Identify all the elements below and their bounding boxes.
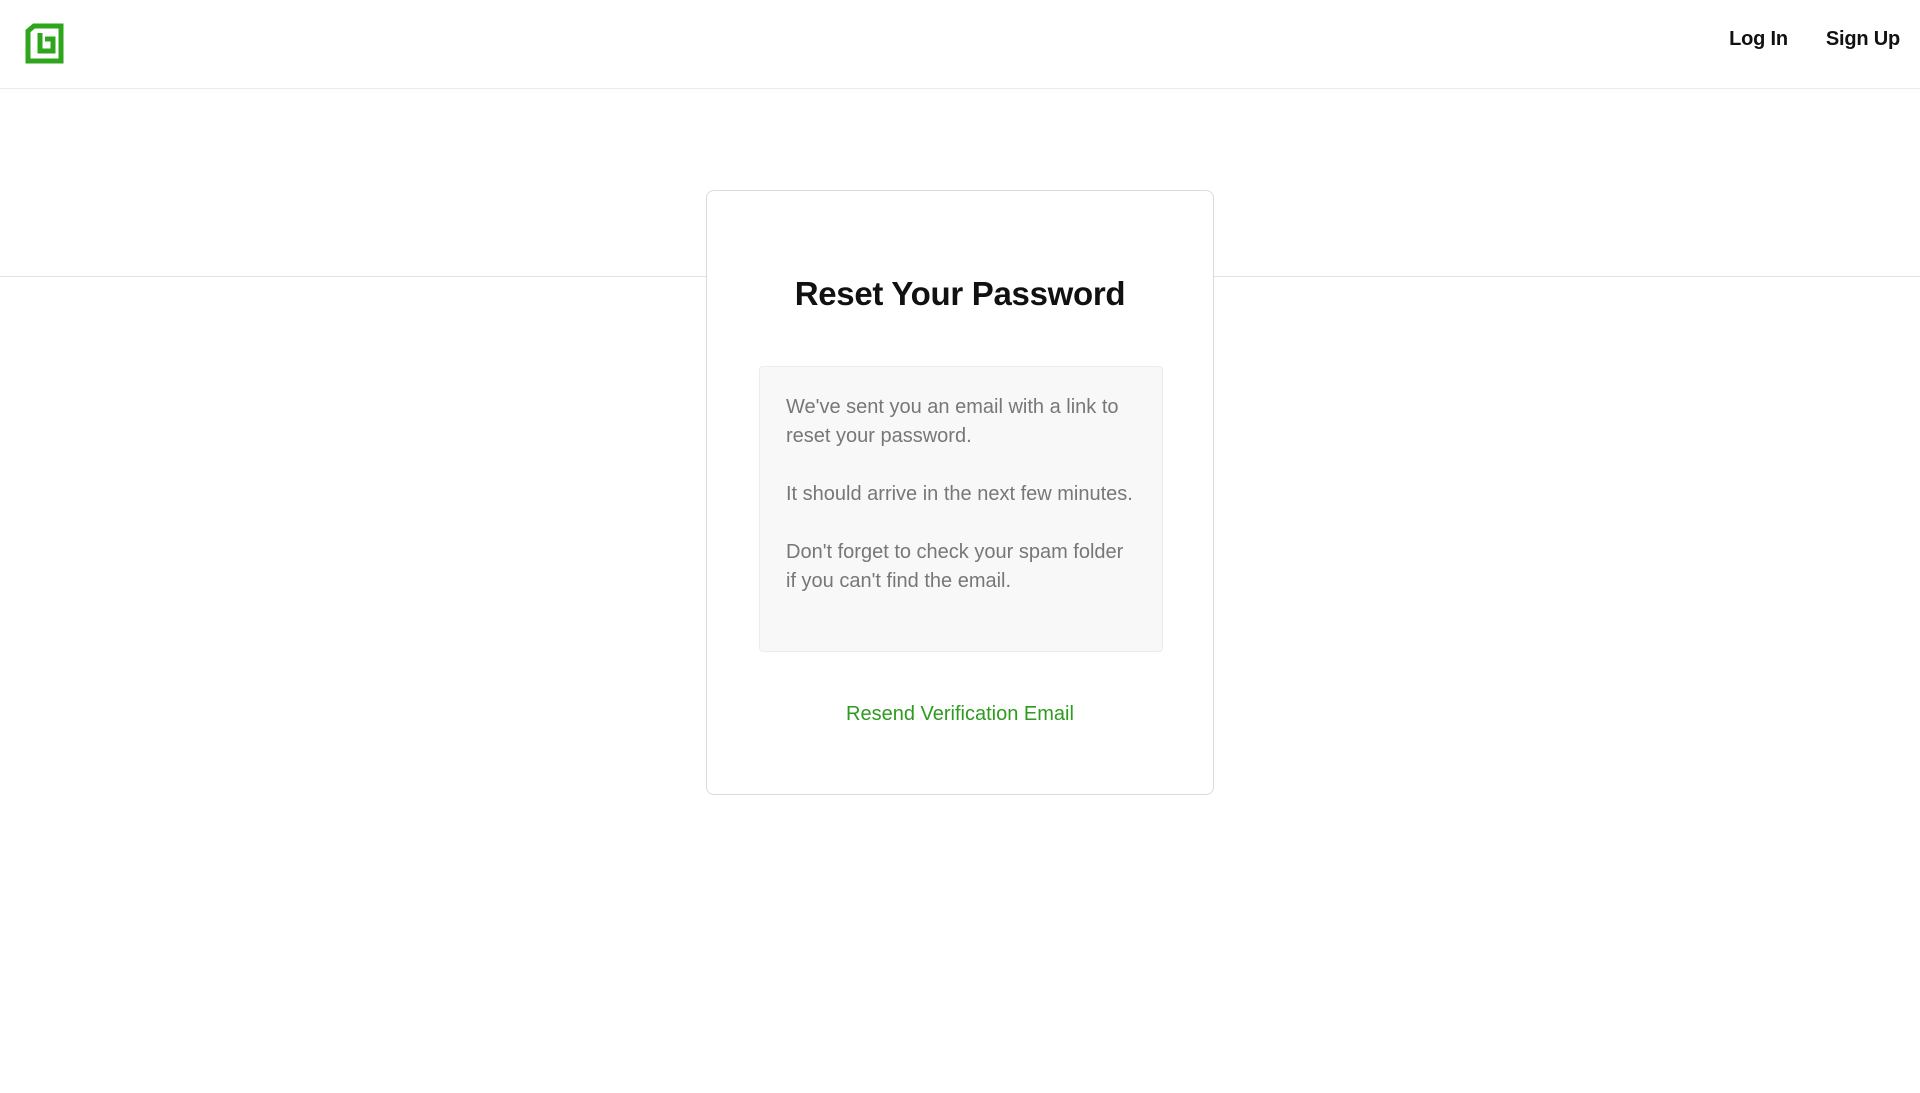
notice-message-sent: We've sent you an email with a link to r…	[786, 396, 1119, 447]
signup-link[interactable]: Sign Up	[1826, 28, 1900, 51]
login-link[interactable]: Log In	[1729, 28, 1788, 51]
email-sent-notice: We've sent you an email with a link to r…	[759, 366, 1163, 652]
page-title: Reset Your Password	[794, 275, 1126, 312]
brand-logo-icon[interactable]	[24, 23, 66, 65]
notice-message-arrival: It should arrive in the next few minutes…	[786, 483, 1133, 505]
notice-message-spam: Don't forget to check your spam folder i…	[786, 541, 1124, 592]
reset-password-card: Reset Your Password We've sent you an em…	[706, 190, 1214, 795]
auth-nav: Log In Sign Up	[1729, 28, 1900, 51]
top-navigation-bar: Log In Sign Up	[0, 0, 1920, 89]
resend-verification-link[interactable]: Resend Verification Email	[707, 703, 1213, 726]
